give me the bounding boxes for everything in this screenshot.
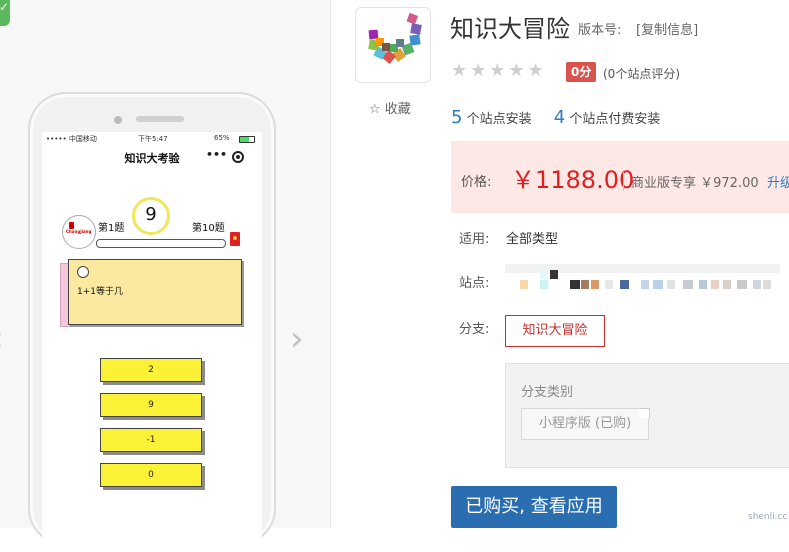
logo-icon [69, 222, 74, 229]
status-time: 下午5:47 [138, 135, 168, 143]
phone-mockup: ••••• 中国移动 下午5:47 65% 知识大考验 ••• 9 Changj… [28, 92, 276, 552]
paid-install-count: 4 [553, 107, 566, 128]
question-last-label: 第10题 [192, 223, 225, 234]
view-app-button[interactable]: 已购买, 查看应用 [451, 486, 617, 528]
answer-option[interactable]: -1 [100, 428, 202, 452]
avatar: Changjiang [62, 215, 96, 249]
answer-option[interactable]: 2 [100, 358, 202, 382]
countdown-timer: 9 [132, 197, 170, 235]
avatar-logo-text: Changjiang [66, 229, 92, 234]
paid-install-label: 个站点付费安装 [569, 112, 661, 127]
price-bar: 价格: ￥1188.00 商业版专享 ￥972.00 升级 [451, 141, 789, 213]
upgrade-link[interactable]: 升级 [767, 172, 789, 191]
timer-value: 9 [145, 204, 157, 225]
install-label: 个站点安装 [466, 112, 532, 127]
score-count: (0个站点评分) [603, 67, 680, 81]
battery-icon [239, 136, 255, 143]
copy-info-link[interactable]: [复制信息] [636, 19, 698, 38]
watermark: shenli.cc [748, 512, 788, 522]
question-first-label: 第1题 [98, 223, 125, 234]
rating-stars[interactable]: ★★★★★ [451, 60, 547, 81]
checkmark-corner-icon [639, 408, 650, 418]
question-text: 1+1等于几 [77, 287, 123, 297]
answer-option[interactable]: 0 [100, 463, 202, 487]
business-price: 商业版专享 ￥972.00 [623, 172, 759, 191]
score-badge: 0分 [566, 62, 597, 82]
branch-category-label: 分支类别 [521, 385, 574, 400]
red-packet-icon[interactable] [230, 232, 240, 246]
status-carrier: ••••• 中国移动 [46, 135, 97, 143]
favorite-button[interactable]: ☆ 收藏 [369, 98, 411, 117]
price-label: 价格: [461, 175, 492, 190]
phone-camera [114, 116, 122, 124]
question-card: 1+1等于几 [68, 259, 242, 325]
question-progress-bar [96, 239, 226, 248]
price-value: ￥1188.00 [511, 166, 635, 194]
branch-option[interactable]: 知识大冒险 [505, 315, 605, 347]
more-dots-icon[interactable]: ••• [206, 148, 227, 161]
version-label: 版本号: [578, 23, 622, 38]
app-title: 知识大冒险 [450, 15, 570, 43]
site-selector-blurred[interactable] [505, 264, 780, 294]
close-target-icon[interactable] [232, 151, 244, 163]
phone-speaker [136, 116, 184, 122]
install-stats: 5 个站点安装 4 个站点付费安装 [451, 107, 660, 128]
branch-category-panel: 分支类别 小程序版 (已购) [505, 363, 789, 468]
branch-label: 分支: [459, 322, 490, 337]
apply-value: 全部类型 [506, 232, 559, 247]
answer-option[interactable]: 9 [100, 393, 202, 417]
apply-label: 适用: [459, 232, 490, 247]
branch-type-option[interactable]: 小程序版 (已购) [521, 408, 649, 440]
nav-capsule[interactable]: ••• [202, 148, 250, 164]
app-icon [355, 7, 431, 83]
preview-panel: ✓ ‹ › ••••• 中国移动 下午5:47 65% 知识大考验 ••• 9 … [0, 0, 331, 552]
next-arrow-icon[interactable]: › [290, 322, 304, 356]
phone-screen: ••••• 中国移动 下午5:47 65% 知识大考验 ••• 9 Changj… [42, 132, 262, 552]
site-label: 站点: [459, 276, 490, 291]
status-battery: 65% [214, 134, 230, 142]
check-badge-icon: ✓ [0, 0, 10, 26]
question-circle-icon [77, 266, 89, 278]
prev-arrow-icon[interactable]: ‹ [0, 322, 4, 356]
install-count: 5 [451, 107, 463, 128]
